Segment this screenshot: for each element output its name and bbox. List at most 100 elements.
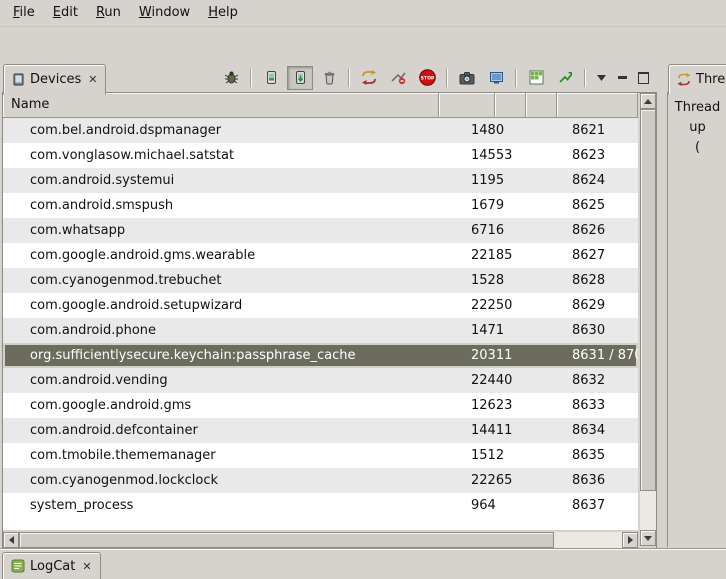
vertical-scrollbar[interactable] <box>640 93 656 546</box>
menu-help[interactable]: Help <box>199 2 247 24</box>
device-row-port: 8632 <box>562 368 638 393</box>
scroll-left-button[interactable] <box>3 532 19 548</box>
device-row-gap2 <box>540 218 562 243</box>
device-row-port: 8623 <box>562 143 638 168</box>
device-row-gap2 <box>540 193 562 218</box>
stop-process-button[interactable]: STOP <box>414 66 440 90</box>
devices-tab-label: Devices <box>30 72 81 87</box>
devices-tabbar: Devices ✕ <box>2 63 655 92</box>
toolbar-separator <box>446 69 448 87</box>
menu-window[interactable]: Window <box>130 2 199 24</box>
logcat-icon <box>11 559 25 573</box>
pixel-perfect-button[interactable] <box>523 66 549 90</box>
device-row-pid: 22440 <box>457 368 518 393</box>
device-row-pid: 12623 <box>457 393 518 418</box>
view-menu-button[interactable] <box>592 69 610 87</box>
scroll-right-button[interactable] <box>622 532 638 548</box>
device-table-row[interactable]: com.cyanogenmod.lockclock 22265 8636 <box>3 468 638 493</box>
tab-threads[interactable]: Threa <box>668 64 726 95</box>
toolbar-separator <box>515 69 517 87</box>
tab-logcat[interactable]: LogCat ✕ <box>2 552 101 579</box>
device-row-name: com.android.systemui <box>3 168 457 193</box>
start-trace-button[interactable] <box>552 66 578 90</box>
minimize-icon <box>618 76 627 79</box>
device-row-name: org.sufficientlysecure.keychain:passphra… <box>3 343 457 368</box>
minimize-button[interactable] <box>613 69 631 87</box>
device-table-row[interactable]: com.android.systemui 1195 8624 <box>3 168 638 193</box>
pixel-perfect-icon <box>529 70 544 85</box>
device-row-gap1 <box>518 443 540 468</box>
method-profiling-button[interactable] <box>385 66 411 90</box>
device-table-row[interactable]: system_process 964 8637 <box>3 493 638 518</box>
device-row-pid: 1195 <box>457 168 518 193</box>
threads-message: Thread up ( <box>668 93 726 158</box>
hierarchy-view-button[interactable] <box>483 66 509 90</box>
device-table-row[interactable]: com.android.smspush 1679 8625 <box>3 193 638 218</box>
device-row-port: 8629 <box>562 293 638 318</box>
cause-gc-button[interactable] <box>316 66 342 90</box>
update-heap-icon <box>264 70 279 85</box>
trash-icon <box>322 70 337 85</box>
device-row-port: 8633 <box>562 393 638 418</box>
device-row-gap2 <box>540 468 562 493</box>
device-row-port: 8637 <box>562 493 638 518</box>
horizontal-scrollbar-thumb[interactable] <box>19 532 554 548</box>
device-table-body: com.bel.android.dspmanager 1480 8621 com… <box>3 118 638 530</box>
device-table-row[interactable]: org.sufficientlysecure.keychain:passphra… <box>3 343 638 368</box>
device-table-row[interactable]: com.android.defcontainer 14411 8634 <box>3 418 638 443</box>
device-table-row[interactable]: com.vonglasow.michael.satstat 14553 8623 <box>3 143 638 168</box>
device-row-gap2 <box>540 493 562 518</box>
vertical-scrollbar-thumb[interactable] <box>640 109 656 491</box>
threads-icon <box>677 73 691 86</box>
menu-run[interactable]: Run <box>87 2 130 24</box>
device-row-gap1 <box>518 493 540 518</box>
device-table-row[interactable]: com.whatsapp 6716 8626 <box>3 218 638 243</box>
device-table-row[interactable]: com.cyanogenmod.trebuchet 1528 8628 <box>3 268 638 293</box>
device-row-pid: 1471 <box>457 318 518 343</box>
chevron-down-icon <box>597 75 606 81</box>
device-row-pid: 6716 <box>457 218 518 243</box>
device-row-port: 8635 <box>562 443 638 468</box>
device-row-gap2 <box>540 168 562 193</box>
dump-hprof-button[interactable] <box>287 66 313 90</box>
arrow-right-icon <box>628 536 633 544</box>
close-icon[interactable]: ✕ <box>86 74 97 85</box>
device-row-name: com.google.android.gms.wearable <box>3 243 457 268</box>
device-row-name: com.android.defcontainer <box>3 418 457 443</box>
device-row-name: com.cyanogenmod.lockclock <box>3 468 457 493</box>
update-heap-button[interactable] <box>258 66 284 90</box>
debug-process-button[interactable] <box>218 66 244 90</box>
arrow-down-icon <box>644 536 652 541</box>
device-row-port: 8630 <box>562 318 638 343</box>
device-row-port: 8624 <box>562 168 638 193</box>
update-threads-button[interactable] <box>356 66 382 90</box>
horizontal-scrollbar[interactable] <box>3 532 638 548</box>
device-table-row[interactable]: com.android.vending 22440 8632 <box>3 368 638 393</box>
device-row-name: com.cyanogenmod.trebuchet <box>3 268 457 293</box>
threads-view: Threa Thread up ( <box>667 63 726 547</box>
screen-capture-button[interactable] <box>454 66 480 90</box>
menu-file[interactable]: File <box>4 2 44 24</box>
scroll-up-button[interactable] <box>640 93 656 109</box>
arrow-up-icon <box>644 99 652 104</box>
device-row-gap1 <box>518 468 540 493</box>
tab-devices[interactable]: Devices ✕ <box>3 64 106 95</box>
device-row-pid: 964 <box>457 493 518 518</box>
device-table-row[interactable]: com.google.android.gms 12623 8633 <box>3 393 638 418</box>
device-table-row[interactable]: com.android.phone 1471 8630 <box>3 318 638 343</box>
threads-body: Thread up ( <box>667 92 726 547</box>
device-row-gap1 <box>518 393 540 418</box>
maximize-button[interactable] <box>634 69 652 87</box>
device-table-row[interactable]: com.google.android.gms.wearable 22185 86… <box>3 243 638 268</box>
devices-toolbar: STOP <box>218 65 652 90</box>
device-table-row[interactable]: com.bel.android.dspmanager 1480 8621 <box>3 118 638 143</box>
device-row-name: com.bel.android.dspmanager <box>3 118 457 143</box>
device-table-row[interactable]: com.tmobile.thememanager 1512 8635 <box>3 443 638 468</box>
device-table-row[interactable]: com.google.android.setupwizard 22250 862… <box>3 293 638 318</box>
scroll-down-button[interactable] <box>640 530 656 546</box>
device-row-pid: 1512 <box>457 443 518 468</box>
menu-edit[interactable]: Edit <box>44 2 87 24</box>
toolbar-separator <box>584 69 586 87</box>
close-icon[interactable]: ✕ <box>80 561 91 572</box>
arrow-left-icon <box>9 536 14 544</box>
